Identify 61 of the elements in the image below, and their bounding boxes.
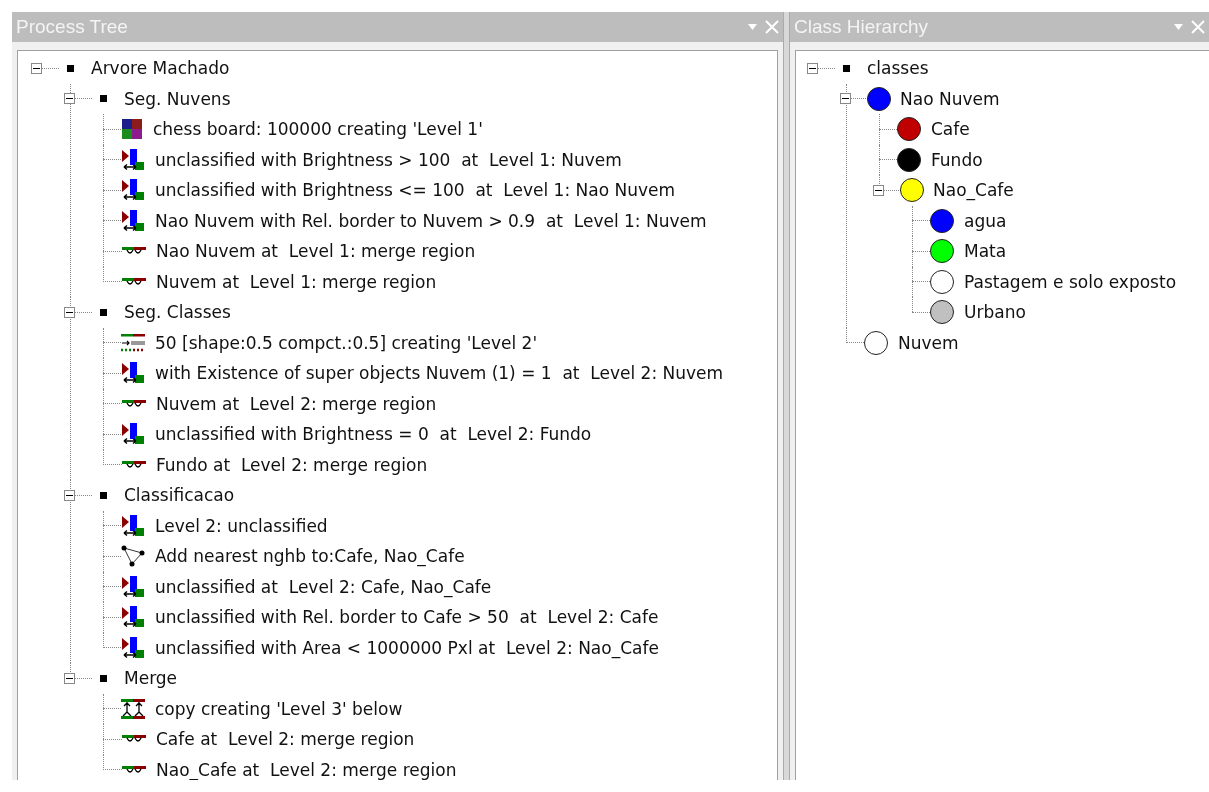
tree-item-label[interactable]: Level 2: unclassified [155,515,328,536]
tree-item-label[interactable]: with Existence of super objects Nuvem (1) = 1 at Level 2: Nuvem [155,363,724,384]
classify-icon [121,147,145,172]
classify-icon [121,361,145,386]
tree-item-label[interactable]: chess board: 100000 creating 'Level 1' [153,119,483,140]
tree-item-label[interactable]: Pastagem e solo exposto [964,271,1177,292]
tree-item-label[interactable]: Seg. Classes [124,302,231,323]
classify-icon [121,422,145,447]
chessboard-icon [121,118,143,141]
tree-item-label[interactable]: Classificacao [124,485,235,506]
collapse-toggle[interactable] [64,306,75,318]
network-icon [121,545,145,568]
tree-item-label[interactable]: Urbano [964,302,1026,323]
copy-level-icon [121,697,145,720]
tree-item-label[interactable]: Nao_Cafe [933,180,1014,201]
bullet-icon [99,95,107,103]
tree-item-label[interactable]: Add nearest nghb to:Cafe, Nao_Cafe [155,546,465,567]
tree-item-label[interactable]: unclassified with Rel. border to Cafe > 50 at Level 2: Cafe [155,607,659,628]
tree-item-label[interactable]: Nao Nuvem at Level 1: merge region [156,241,476,262]
tree-item-label[interactable]: classes [867,58,929,79]
collapse-toggle[interactable] [840,93,851,105]
bullet-icon [66,64,74,72]
classify-icon [121,208,145,233]
tree-item-label[interactable]: Nuvem at Level 1: merge region [156,271,437,292]
bullet-icon [99,491,107,499]
collapse-toggle[interactable] [31,62,42,74]
tree-item-label[interactable]: unclassified with Brightness = 0 at Level 2: Fundo [155,424,592,445]
tree-item-label[interactable]: copy creating 'Level 3' below [155,698,403,719]
tree-item-label[interactable]: Nuvem [898,332,959,353]
collapse-toggle[interactable] [64,93,75,105]
tree-item-label[interactable]: unclassified with Area < 1000000 Pxl at Level 2: Nao_Cafe [155,637,659,658]
bullet-icon [99,308,107,316]
tree-item-label[interactable]: Nao Nuvem with Rel. border to Nuvem > 0.9 at Level 1: Nuvem [155,210,707,231]
collapse-toggle[interactable] [873,184,884,196]
tree-item-label[interactable]: unclassified with Brightness <= 100 at Level 1: Nao Nuvem [155,180,676,201]
collapse-toggle[interactable] [64,672,75,684]
tree-item-label[interactable]: 50 [shape:0.5 compct.:0.5] creating 'Level 2' [155,332,538,353]
tree-item-label[interactable]: agua [964,210,1007,231]
tree-item-label[interactable]: Nuvem at Level 2: merge region [156,393,437,414]
classify-icon [121,635,145,660]
tree-item-label[interactable]: unclassified at Level 2: Cafe, Nao_Cafe [155,576,492,597]
classify-icon [121,574,145,599]
tree-item-label[interactable]: Cafe [931,119,970,140]
tree-item-label[interactable]: Arvore Machado [91,58,230,79]
tree-item-label[interactable]: Nao_Cafe at Level 2: merge region [156,759,457,780]
bullet-icon [99,674,107,682]
tree-item-label[interactable]: Seg. Nuvens [124,88,231,109]
tree-item-label[interactable]: Nao Nuvem [900,88,1000,109]
tree-item-label[interactable]: Fundo [931,149,983,170]
classify-icon [121,178,145,203]
tree-item-label[interactable]: Fundo at Level 2: merge region [156,454,428,475]
classify-icon [121,605,145,630]
classify-icon [121,513,145,538]
tree-item-label[interactable]: Cafe at Level 2: merge region [156,729,415,750]
tree-item-label[interactable]: Merge [124,668,178,689]
tree-item-label[interactable]: unclassified with Brightness > 100 at Level 1: Nuvem [155,149,622,170]
collapse-toggle[interactable] [64,489,75,501]
tree-item-label[interactable]: Mata [964,241,1007,262]
bullet-icon [842,64,850,72]
segmentation-icon [121,332,145,353]
collapse-toggle[interactable] [807,62,818,74]
